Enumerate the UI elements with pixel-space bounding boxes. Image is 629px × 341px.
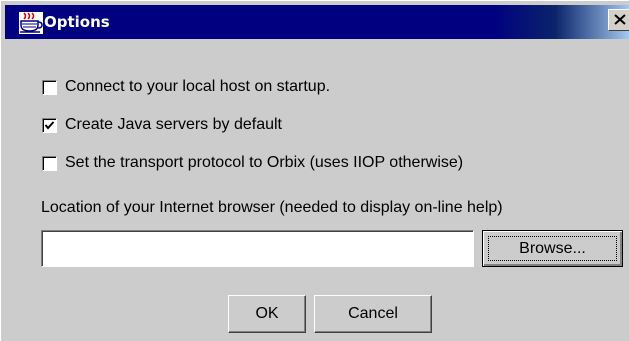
ok-button[interactable]: OK: [228, 295, 306, 333]
window-title: Options: [44, 13, 110, 31]
transport-orbix-label[interactable]: Set the transport protocol to Orbix (use…: [65, 154, 463, 172]
create-java-servers-checkbox[interactable]: [42, 118, 57, 133]
browse-button-label: Browse...: [519, 239, 586, 257]
close-button[interactable]: [608, 9, 629, 31]
transport-orbix-checkbox[interactable]: [42, 156, 57, 171]
checkmark-icon: [44, 121, 55, 130]
browser-location-label: Location of your Internet browser (neede…: [41, 199, 503, 216]
connect-local-host-label[interactable]: Connect to your local host on startup.: [65, 78, 330, 96]
cancel-button[interactable]: Cancel: [314, 295, 432, 333]
create-java-servers-label[interactable]: Create Java servers by default: [65, 116, 282, 134]
options-dialog: Options Connect to your local host on st…: [0, 0, 629, 341]
java-coffee-cup-icon: [19, 12, 43, 34]
browse-button[interactable]: Browse...: [482, 230, 623, 267]
browser-location-input[interactable]: [41, 230, 474, 267]
connect-local-host-checkbox[interactable]: [42, 80, 57, 95]
close-icon: [614, 14, 626, 25]
ok-button-label: OK: [255, 305, 279, 322]
cancel-button-label: Cancel: [348, 305, 398, 322]
title-bar[interactable]: Options: [5, 5, 629, 39]
